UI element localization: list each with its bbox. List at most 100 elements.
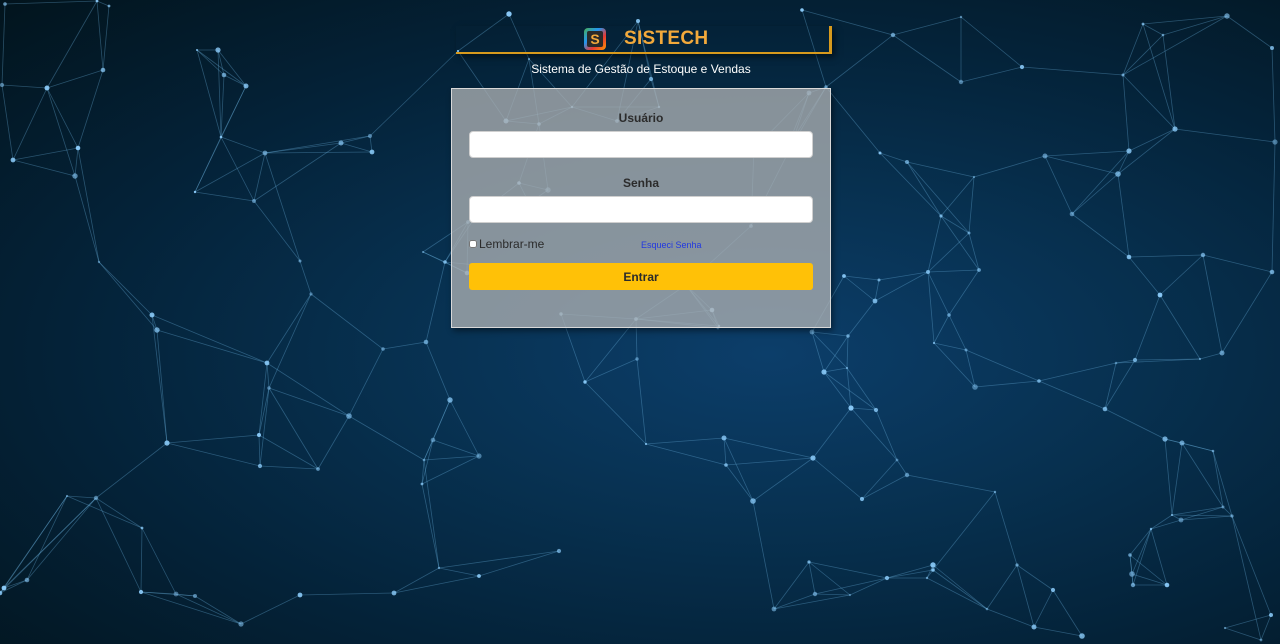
- network-node: [972, 175, 976, 179]
- network-line: [1052, 589, 1083, 637]
- network-node: [1042, 153, 1048, 159]
- network-node: [848, 593, 852, 597]
- brand-subtitle: Sistema de Gestão de Estoque e Vendas: [531, 62, 751, 76]
- network-line: [808, 561, 816, 595]
- network-line: [932, 491, 996, 571]
- network-line: [253, 142, 342, 202]
- network-node: [196, 49, 198, 51]
- network-line: [166, 442, 261, 467]
- network-line: [927, 215, 942, 273]
- remember-me-label: Lembrar-me: [479, 237, 545, 251]
- network-line: [823, 371, 877, 411]
- network-node: [75, 145, 81, 151]
- network-node: [648, 76, 654, 82]
- network-line: [823, 371, 852, 409]
- username-input[interactable]: [469, 131, 813, 158]
- network-node: [1019, 64, 1025, 70]
- network-line: [1016, 564, 1035, 628]
- network-line: [425, 341, 451, 401]
- network-node: [1132, 357, 1138, 363]
- network-line: [875, 409, 898, 461]
- network-line: [1202, 254, 1273, 273]
- network-line: [1174, 128, 1276, 143]
- network-line: [1038, 362, 1117, 382]
- network-line: [927, 232, 970, 273]
- network-node: [967, 231, 971, 235]
- network-line: [933, 342, 967, 351]
- network-line: [299, 260, 312, 295]
- network-line: [299, 592, 395, 596]
- network-node: [810, 455, 816, 461]
- network-line: [74, 175, 100, 263]
- remember-me[interactable]: Lembrar-me: [469, 237, 544, 251]
- network-line: [223, 74, 247, 87]
- network-node: [884, 575, 890, 581]
- network-line: [151, 314, 168, 444]
- network-node: [1270, 46, 1274, 50]
- forgot-password-link[interactable]: Esqueci Senha: [641, 240, 702, 250]
- network-node: [297, 592, 303, 598]
- network-line: [1159, 254, 1204, 296]
- network-line: [46, 87, 79, 149]
- network-line: [823, 367, 848, 373]
- network-line: [874, 279, 880, 302]
- network-line: [369, 50, 459, 137]
- network-line: [1142, 23, 1176, 130]
- network-node: [877, 278, 881, 282]
- network-node: [423, 339, 429, 345]
- network-node: [1161, 33, 1165, 37]
- network-line: [847, 300, 876, 337]
- network-node: [1162, 436, 1168, 442]
- network-line: [96, 0, 104, 71]
- network-line: [1131, 573, 1168, 586]
- network-line: [1150, 528, 1168, 586]
- network-line: [1122, 15, 1228, 76]
- network-line: [46, 87, 76, 177]
- network-line: [1071, 150, 1130, 215]
- network-node: [1219, 350, 1225, 356]
- network-line: [773, 593, 816, 610]
- network-line: [422, 251, 446, 263]
- network-node: [1178, 517, 1184, 523]
- network-node: [447, 397, 453, 403]
- password-input[interactable]: [469, 196, 813, 223]
- network-node: [476, 453, 482, 459]
- network-line: [382, 341, 427, 350]
- network-node: [1102, 406, 1108, 412]
- network-node: [556, 548, 562, 554]
- network-line: [825, 34, 894, 88]
- network-line: [584, 381, 647, 445]
- network-node: [977, 268, 981, 272]
- network-node: [1069, 211, 1075, 217]
- network-line: [196, 49, 222, 138]
- network-node: [636, 19, 640, 23]
- network-line: [1044, 150, 1130, 157]
- network-node: [1269, 613, 1273, 617]
- network-node: [873, 407, 879, 413]
- network-node: [93, 495, 99, 501]
- network-node: [221, 72, 227, 78]
- network-line: [1150, 519, 1182, 530]
- network-node: [1171, 514, 1173, 516]
- network-line: [940, 176, 975, 217]
- network-line: [1038, 380, 1106, 410]
- network-node: [859, 496, 865, 502]
- network-node: [821, 369, 827, 375]
- network-node: [391, 590, 397, 596]
- network-line: [1122, 74, 1176, 130]
- remember-me-checkbox[interactable]: [469, 240, 477, 248]
- network-line: [932, 569, 988, 610]
- network-line: [478, 550, 560, 577]
- network-node: [72, 173, 78, 179]
- network-line: [1128, 128, 1176, 152]
- network-line: [814, 593, 851, 596]
- network-line: [986, 608, 1035, 628]
- network-line: [1150, 514, 1173, 530]
- login-button[interactable]: Entrar: [469, 263, 813, 290]
- network-line: [1104, 408, 1166, 440]
- network-line: [823, 335, 849, 373]
- network-line: [584, 318, 637, 383]
- network-line: [965, 349, 1040, 382]
- network-line: [846, 367, 852, 409]
- network-node: [1037, 379, 1041, 383]
